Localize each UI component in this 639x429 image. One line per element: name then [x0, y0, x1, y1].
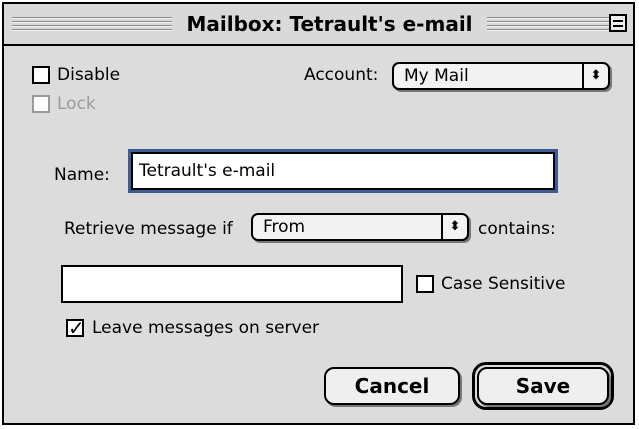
disable-label: Disable: [57, 65, 121, 85]
dialog-content: Disable Lock Account: My Mail ⬍ Name: Te…: [4, 46, 633, 423]
name-field[interactable]: Tetrault's e-mail: [128, 149, 558, 193]
save-button[interactable]: Save: [477, 367, 609, 405]
case-sensitive-checkbox[interactable]: [416, 275, 434, 293]
account-popup[interactable]: My Mail ⬍: [392, 62, 610, 90]
header-field-popup[interactable]: From ⬍: [251, 213, 469, 241]
account-label: Account:: [304, 65, 379, 85]
header-field-selected: From: [263, 217, 306, 237]
title-stripes-left: [12, 15, 172, 33]
match-text-field[interactable]: [61, 265, 403, 303]
disable-checkbox[interactable]: [32, 66, 50, 84]
cancel-button[interactable]: Cancel: [324, 367, 460, 405]
zoom-box-icon[interactable]: [609, 14, 627, 32]
title-stripes-right: [487, 15, 614, 33]
mailbox-dialog: Mailbox: Tetrault's e-mail Disable Lock …: [2, 2, 635, 425]
account-selected: My Mail: [404, 66, 469, 86]
leave-on-server-label: Leave messages on server: [92, 318, 320, 338]
name-label: Name:: [54, 165, 110, 185]
name-value: Tetrault's e-mail: [139, 161, 276, 181]
title-bar[interactable]: Mailbox: Tetrault's e-mail: [4, 4, 633, 46]
lock-checkbox: [32, 95, 50, 113]
case-sensitive-label: Case Sensitive: [441, 274, 566, 294]
leave-on-server-checkbox[interactable]: [66, 315, 85, 341]
lock-label: Lock: [57, 94, 96, 114]
window-title: Mailbox: Tetrault's e-mail: [172, 11, 487, 37]
popup-arrows-icon: ⬍: [441, 215, 467, 239]
popup-arrows-icon: ⬍: [582, 64, 608, 88]
retrieve-prefix-label: Retrieve message if: [64, 219, 233, 239]
contains-label: contains:: [478, 219, 556, 239]
